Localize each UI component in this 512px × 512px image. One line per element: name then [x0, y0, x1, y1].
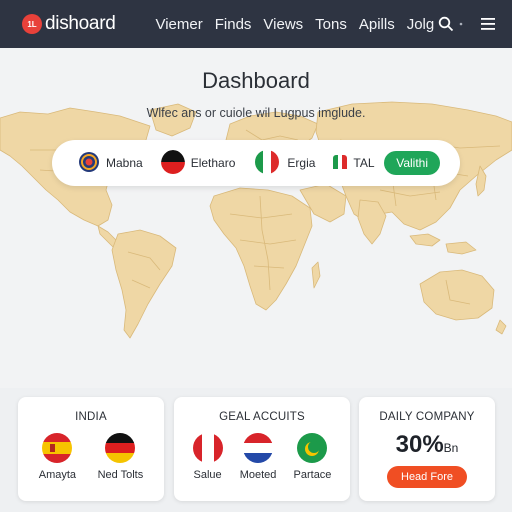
daily-company-card: DAILY COMPANY 30%Bn Head Fore: [359, 397, 495, 501]
flag-label: Salue: [193, 469, 222, 481]
nav-item-viemer[interactable]: Viemer: [155, 16, 202, 33]
search-icon[interactable]: [436, 14, 456, 34]
value-unit: Bn: [443, 441, 459, 455]
main-nav: Viemer Finds Views Tons Apills Jolg: [155, 16, 434, 33]
germany-flag-icon: [105, 433, 136, 463]
flag-label: Ned Tolts: [97, 469, 144, 481]
filter-chip-eletharo[interactable]: Eletharo: [160, 149, 236, 177]
brand[interactable]: 1L dishoard: [22, 13, 116, 35]
flag-item-amayta[interactable]: Amayta: [39, 433, 76, 481]
nav-item-apills[interactable]: Apills: [359, 16, 395, 33]
netherlands-flag-icon: [243, 433, 274, 463]
italy-flag-icon: [253, 149, 281, 177]
india-card: INDIA Amayta Ned Tolts: [18, 397, 164, 501]
card-flag-list: Salue Moeted Partace: [174, 433, 350, 481]
nav-tools: [436, 14, 498, 34]
italy-flag-icon: [333, 154, 348, 172]
filter-bar: Mabna Eletharo Ergia TAL Valithi: [52, 140, 460, 186]
card-title: INDIA: [75, 411, 107, 423]
flag-item-ned-tolts[interactable]: Ned Tolts: [97, 433, 144, 481]
top-navigation-bar: 1L dishoard Viemer Finds Views Tons Apil…: [0, 0, 512, 48]
nav-item-jolg[interactable]: Jolg: [407, 16, 435, 33]
geal-accuits-card: GEAL ACCUITS Salue Moeted Partace: [174, 397, 350, 501]
page-title: Dashboard: [202, 68, 310, 93]
daily-company-value: 30%Bn: [359, 431, 495, 459]
world-map-graphic: [0, 101, 512, 339]
filter-chip-label: Ergia: [287, 156, 316, 170]
filter-chip-tal[interactable]: TAL: [333, 154, 375, 172]
dot-icon: [458, 14, 464, 34]
flag-label: Amayta: [38, 469, 77, 481]
nav-item-views[interactable]: Views: [263, 16, 303, 33]
flag-label: Moeted: [239, 469, 277, 481]
black-red-flag-icon: [160, 149, 185, 177]
nav-item-tons[interactable]: Tons: [315, 16, 347, 33]
card-title: GEAL ACCUITS: [219, 411, 305, 423]
filter-chip-label: Mabna: [106, 156, 143, 170]
brand-logo: 1L: [22, 14, 42, 34]
page-subtitle: Wlfec ans or cuiole wil Lugpus imglude.: [146, 106, 366, 120]
flag-label: Partace: [293, 469, 332, 481]
filter-chip-mabna[interactable]: Mabna: [78, 151, 143, 176]
filter-chip-label: Eletharo: [190, 156, 236, 170]
brand-name: dishoard: [45, 13, 116, 34]
head-fore-button[interactable]: Head Fore: [387, 466, 467, 488]
red-white-flag-icon: [192, 433, 223, 463]
card-flag-list: Amayta Ned Tolts: [18, 433, 164, 481]
card-title: DAILY COMPANY: [379, 411, 475, 423]
green-crescent-flag-icon: [297, 433, 328, 463]
value-number: 30%: [395, 431, 444, 458]
globe-flag-icon: [78, 151, 100, 176]
filter-chip-label: TAL: [353, 156, 375, 170]
flag-item-partace[interactable]: Partace: [293, 433, 332, 481]
spain-flag-icon: [42, 433, 73, 463]
filter-chip-ergia[interactable]: Ergia: [253, 149, 316, 177]
apply-filter-button[interactable]: Valithi: [384, 151, 440, 175]
hamburger-menu-icon[interactable]: [478, 14, 498, 34]
nav-item-finds[interactable]: Finds: [215, 16, 252, 33]
flag-item-salue[interactable]: Salue: [192, 433, 223, 481]
flag-item-moeted[interactable]: Moeted: [239, 433, 277, 481]
world-map[interactable]: [0, 48, 512, 388]
